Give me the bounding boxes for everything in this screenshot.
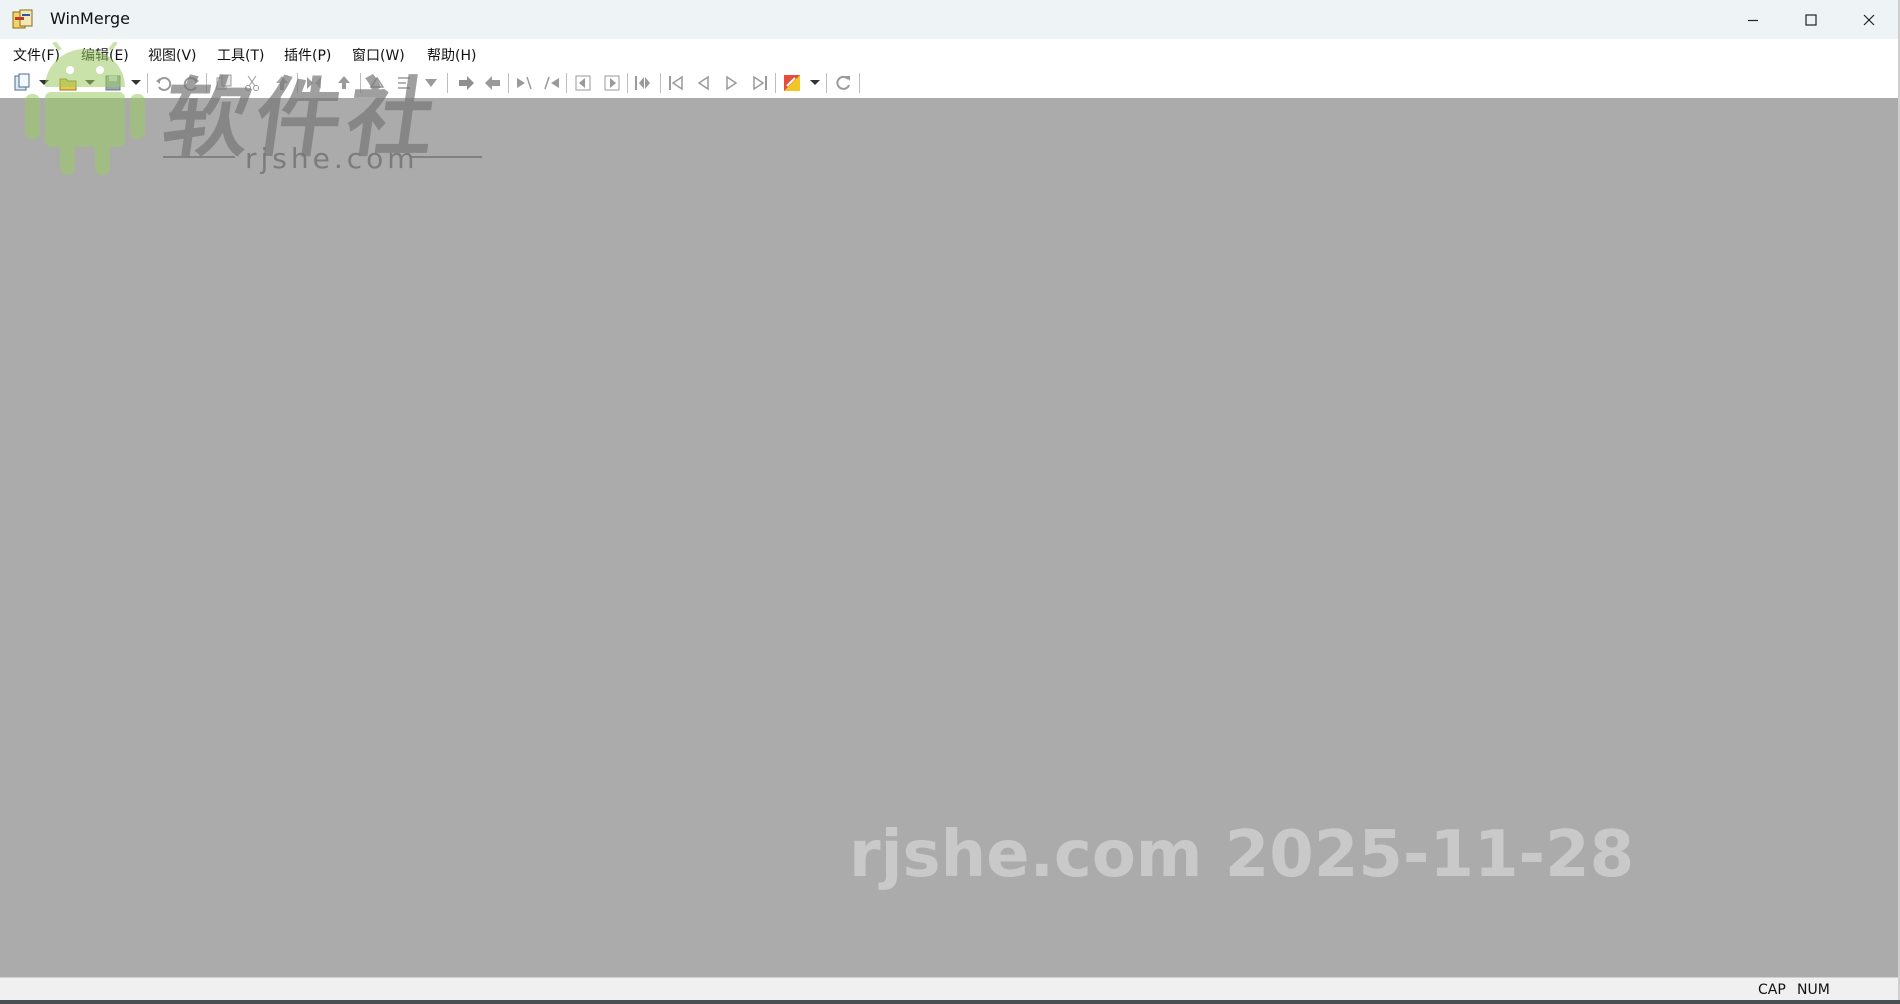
watermark-rule-left [163,156,235,158]
winmerge-window: WinMerge 文件(F) 编辑(E) 视图(V) 工具(T) 插件(P) 窗… [0,0,1900,1001]
toolbar-separator [627,73,628,93]
copy-left-advance-icon [544,76,559,90]
first-conflict-icon [575,75,591,91]
last-diff-icon [753,75,767,91]
close-icon [1863,14,1875,25]
refresh-button[interactable] [832,72,854,94]
close-button[interactable] [1840,0,1898,39]
winmerge-app-icon[interactable] [12,9,34,31]
copy-left-icon [485,76,500,90]
toolbar-separator [859,73,860,93]
copy-right-button[interactable] [455,72,477,94]
status-num: NUM [1797,982,1830,998]
toolbar-separator [660,73,661,93]
first-diff-button[interactable] [665,72,687,94]
toolbar-separator [775,73,776,93]
status-bar: CAP NUM [0,977,1898,1001]
refresh-icon [836,75,850,90]
minimize-icon [1748,19,1758,21]
next-diff2-button[interactable] [721,72,743,94]
maximize-icon [1805,13,1817,26]
copy-right-icon [459,76,474,90]
date-watermark: rjshe.com 2025-11-28 [849,818,1635,892]
all-right-icon [635,76,650,90]
watermark-rule-right [410,156,482,158]
toolbar-separator [566,73,567,93]
prev-diff2-icon [697,75,709,91]
options-dropdown-arrow[interactable] [810,80,820,85]
options-button[interactable] [781,72,803,94]
last-diff-button[interactable] [749,72,771,94]
options-icon [784,75,800,91]
status-cap: CAP [1758,982,1786,998]
last-conflict-button[interactable] [601,72,623,94]
copy-right-advance-icon [517,76,532,90]
copy-left-advance-button[interactable] [541,72,563,94]
all-right-button[interactable] [632,72,654,94]
window-title: WinMerge [50,9,130,28]
first-diff-icon [669,75,683,91]
android-logo-watermark [20,40,150,177]
toolbar-separator [508,73,509,93]
prev-diff2-button[interactable] [692,72,714,94]
last-conflict-icon [604,75,620,91]
toolbar-separator [826,73,827,93]
next-diff2-icon [726,75,738,91]
copy-left-button[interactable] [482,72,504,94]
brand-watermark-domain: rjshe.com [245,142,419,175]
maximize-button[interactable] [1782,0,1840,39]
toolbar-separator [447,73,448,93]
title-bar[interactable]: WinMerge [0,0,1898,39]
minimize-button[interactable] [1724,0,1782,39]
copy-right-advance-button[interactable] [513,72,535,94]
desktop-strip [0,1000,1900,1004]
first-conflict-button[interactable] [572,72,594,94]
